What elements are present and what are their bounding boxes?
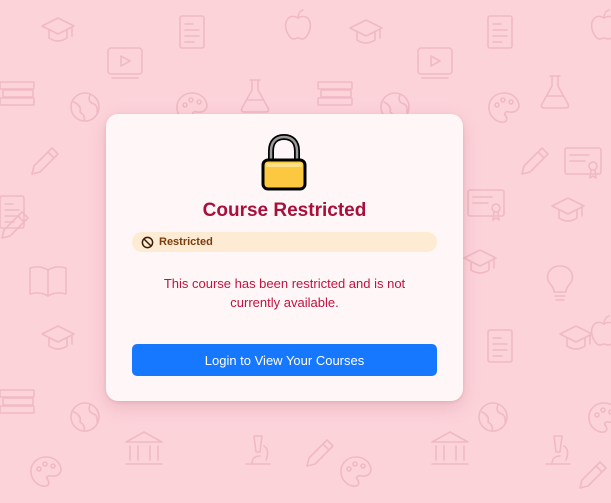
prohibited-icon <box>141 236 154 248</box>
restriction-card: Course Restricted Restricted This course… <box>106 114 463 401</box>
restriction-message: This course has been restricted and is n… <box>163 276 406 310</box>
card-title: Course Restricted <box>202 200 367 221</box>
status-badge-label: Restricted <box>159 236 213 248</box>
status-badge: Restricted <box>132 232 437 252</box>
login-button[interactable]: Login to View Your Courses <box>132 344 437 376</box>
lock-icon <box>261 134 307 191</box>
